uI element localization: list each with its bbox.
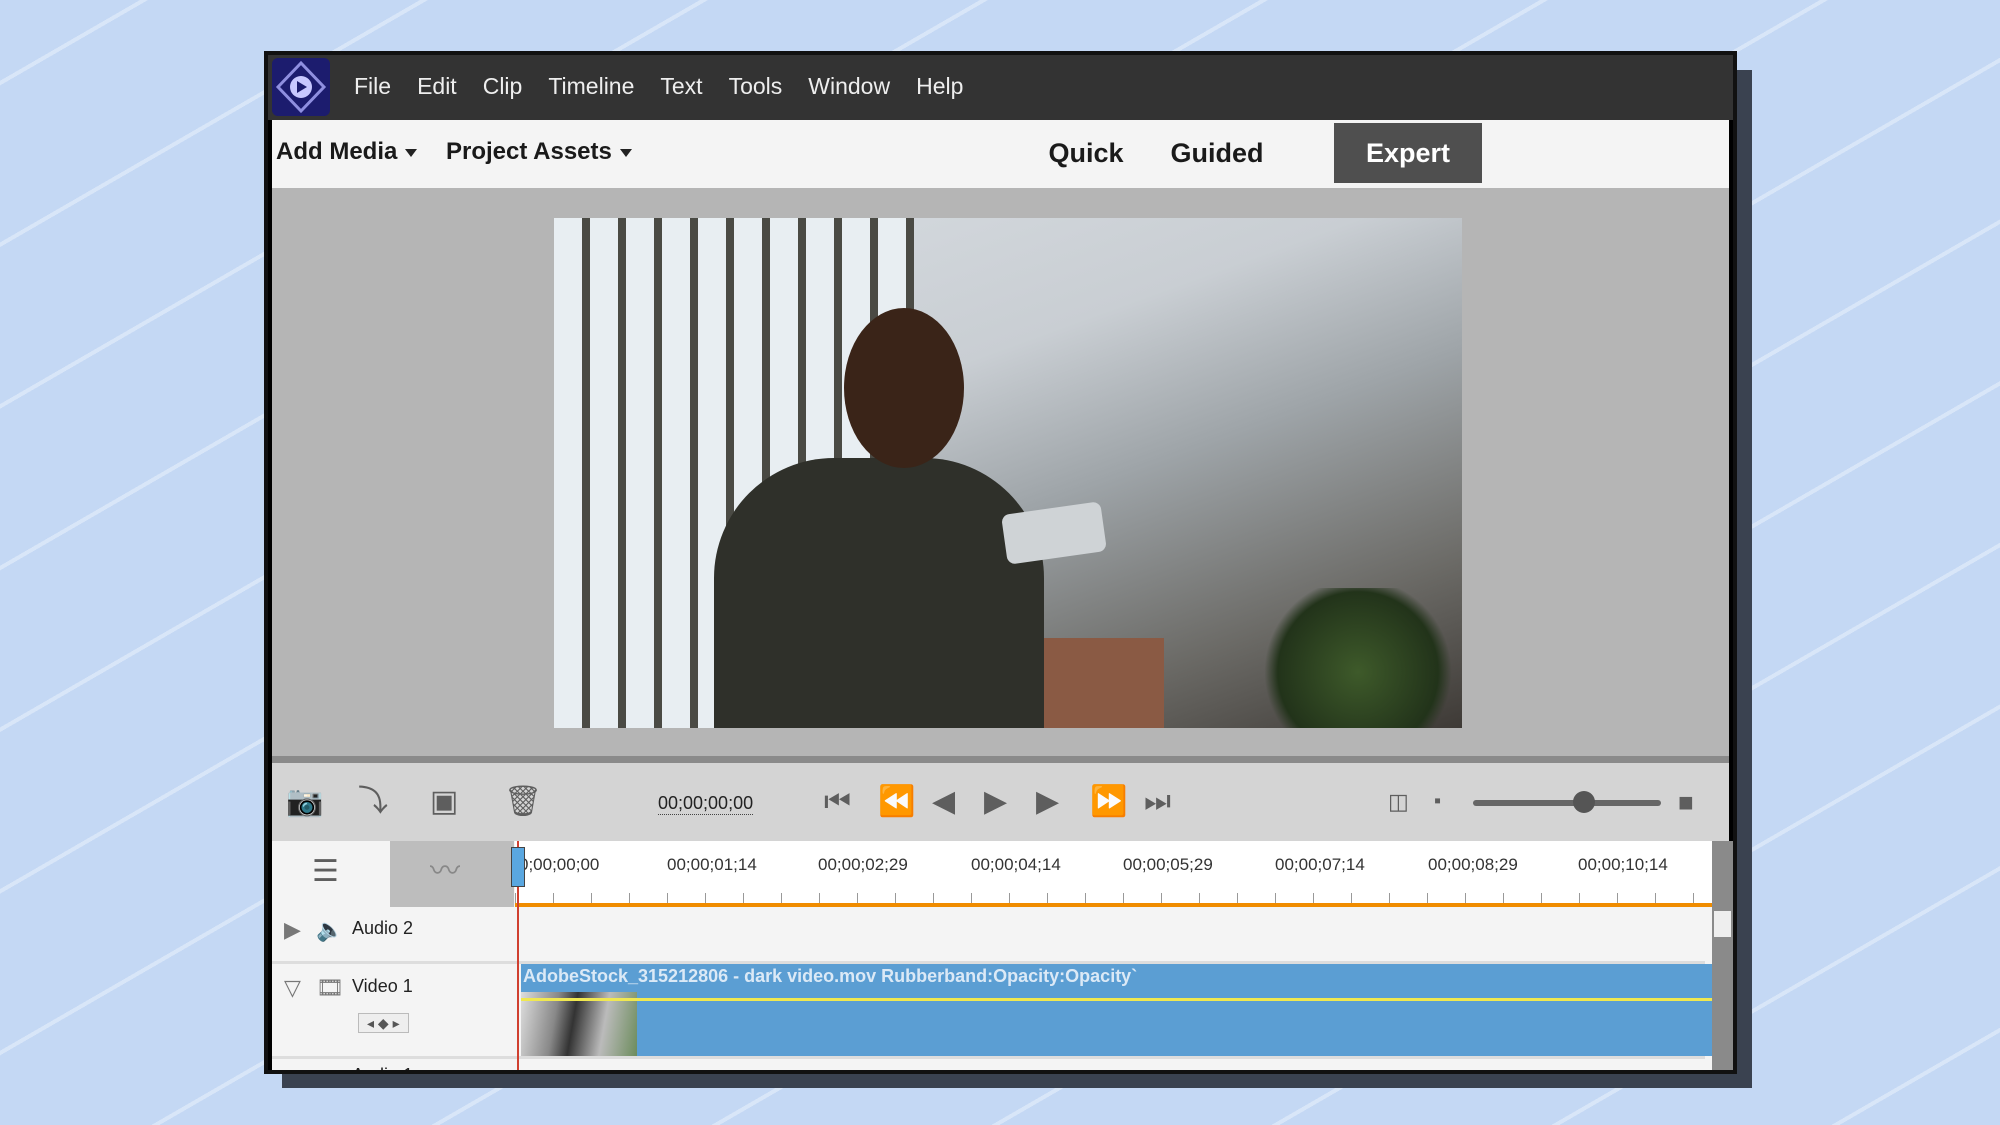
menu-clip[interactable]: Clip <box>483 73 523 100</box>
current-timecode[interactable]: 00;00;00;00 <box>658 793 754 815</box>
playback-controls: 📷 ⤵ ▣ 🗑 00;00;00;00 ⏮ ⏪ ◀ ▶ ▶ ⏩ ⏭ ◫ ▪ ■ <box>272 763 1729 841</box>
fit-timeline-icon[interactable]: ◫ <box>1388 791 1409 813</box>
audio-waveform-button[interactable]: 〰 <box>390 841 514 907</box>
tab-expert[interactable]: Expert <box>1334 123 1482 183</box>
step-back-icon[interactable]: ◀ <box>932 787 955 817</box>
film-icon: 🎞 <box>316 975 344 1000</box>
project-assets-button[interactable]: Project Assets <box>446 138 632 166</box>
person-head <box>844 308 964 468</box>
ruler-timecode: 00;00;05;29 <box>1123 855 1213 874</box>
clip-title: AdobeStock_315212806 - dark video.mov Ru… <box>523 966 1138 986</box>
menu-tools[interactable]: Tools <box>729 73 783 100</box>
zoom-out-icon[interactable]: ▪ <box>1434 791 1441 811</box>
panel-resize-handle[interactable] <box>272 756 1729 763</box>
menu-timeline[interactable]: Timeline <box>548 73 634 100</box>
tab-guided[interactable]: Guided <box>1152 123 1282 183</box>
track-separator <box>272 1056 1705 1059</box>
track-options-icon[interactable]: ☰ <box>312 857 339 887</box>
scroll-up-arrow[interactable] <box>1714 911 1731 937</box>
video-frame <box>554 218 1462 728</box>
track-video-1: Video 1 <box>352 976 413 996</box>
menu-bar: File Edit Clip Timeline Text Tools Windo… <box>268 55 1733 120</box>
app-logo-icon <box>272 58 330 116</box>
person-body <box>714 458 1044 728</box>
ruler-timecode: 00;00;01;14 <box>667 855 757 874</box>
preview-monitor <box>272 188 1729 756</box>
expand-track-icon[interactable]: ▶ <box>284 919 301 941</box>
trash-icon[interactable]: 🗑 <box>504 787 542 817</box>
slider-knob[interactable] <box>1572 791 1595 813</box>
timeline-ruler[interactable]: 0;00;00;00 00;00;01;14 00;00;02;29 00;00… <box>515 841 1712 907</box>
timeline-header: ☰ 〰 <box>272 841 515 907</box>
playhead[interactable] <box>511 841 525 1070</box>
clip-thumbnail <box>521 992 637 1056</box>
menu-file[interactable]: File <box>354 73 391 100</box>
ruler-timecode: 00;00;02;29 <box>818 855 908 874</box>
ruler-timecode: 00;00;10;14 <box>1578 855 1668 874</box>
step-forward-icon[interactable]: ▶ <box>1036 787 1059 817</box>
play-icon[interactable]: ▶ <box>984 787 1007 817</box>
collapse-track-icon[interactable]: ▽ <box>284 977 301 999</box>
video-clip[interactable]: AdobeStock_315212806 - dark video.mov Ru… <box>521 964 1713 1056</box>
track-audio-1: Audio 1 <box>352 1065 413 1070</box>
project-assets-label: Project Assets <box>446 138 612 165</box>
camera-icon[interactable]: 📷 <box>286 787 323 817</box>
ruler-timecode: 00;00;07;14 <box>1275 855 1365 874</box>
ruler-ticks <box>515 893 1712 903</box>
keyframe-nav-icon[interactable]: ◂ ◆ ▸ <box>358 1013 409 1033</box>
caret-down-icon <box>405 148 418 157</box>
rotate-icon[interactable]: ⤵ <box>358 787 388 817</box>
next-edit-icon[interactable]: ⏩ <box>1090 787 1127 817</box>
ruler-timecode: 0;00;00;00 <box>519 855 600 874</box>
plant <box>1254 588 1462 728</box>
add-media-label: Add Media <box>276 138 398 165</box>
menu-help[interactable]: Help <box>916 73 963 100</box>
menu-edit[interactable]: Edit <box>417 73 457 100</box>
app-window: File Edit Clip Timeline Text Tools Windo… <box>264 51 1737 1074</box>
toolbar: Add Media Project Assets Quick Guided Ex… <box>272 120 1729 188</box>
menu-text[interactable]: Text <box>660 73 702 100</box>
go-to-end-icon[interactable]: ⏭ <box>1144 787 1171 817</box>
menu-window[interactable]: Window <box>808 73 890 100</box>
go-to-start-icon[interactable]: ⏮ <box>824 787 851 817</box>
previous-edit-icon[interactable]: ⏪ <box>878 787 915 817</box>
timeline-tracks: ▶ 🔈 Audio 2 ▽ 🎞 Video 1 ◂ ◆ ▸ Audio 1 Ad… <box>272 907 1729 1070</box>
waveform-icon: 〰 <box>430 855 460 888</box>
ruler-timecode: 00;00;08;29 <box>1428 855 1518 874</box>
zoom-in-icon[interactable]: ■ <box>1678 789 1694 815</box>
timeline-scrollbar[interactable] <box>1712 841 1733 1070</box>
caret-down-icon <box>619 148 632 157</box>
ruler-timecode: 00;00;04;14 <box>971 855 1061 874</box>
add-media-button[interactable]: Add Media <box>276 138 418 166</box>
smart-fix-icon[interactable]: ▣ <box>430 787 458 817</box>
speaker-icon[interactable]: 🔈 <box>316 919 343 941</box>
opacity-rubberband[interactable] <box>521 998 1713 1001</box>
track-audio-2: Audio 2 <box>352 918 414 938</box>
timeline-zoom-slider[interactable] <box>1473 791 1661 813</box>
tab-quick[interactable]: Quick <box>1036 123 1136 183</box>
playhead-handle[interactable] <box>511 847 525 887</box>
